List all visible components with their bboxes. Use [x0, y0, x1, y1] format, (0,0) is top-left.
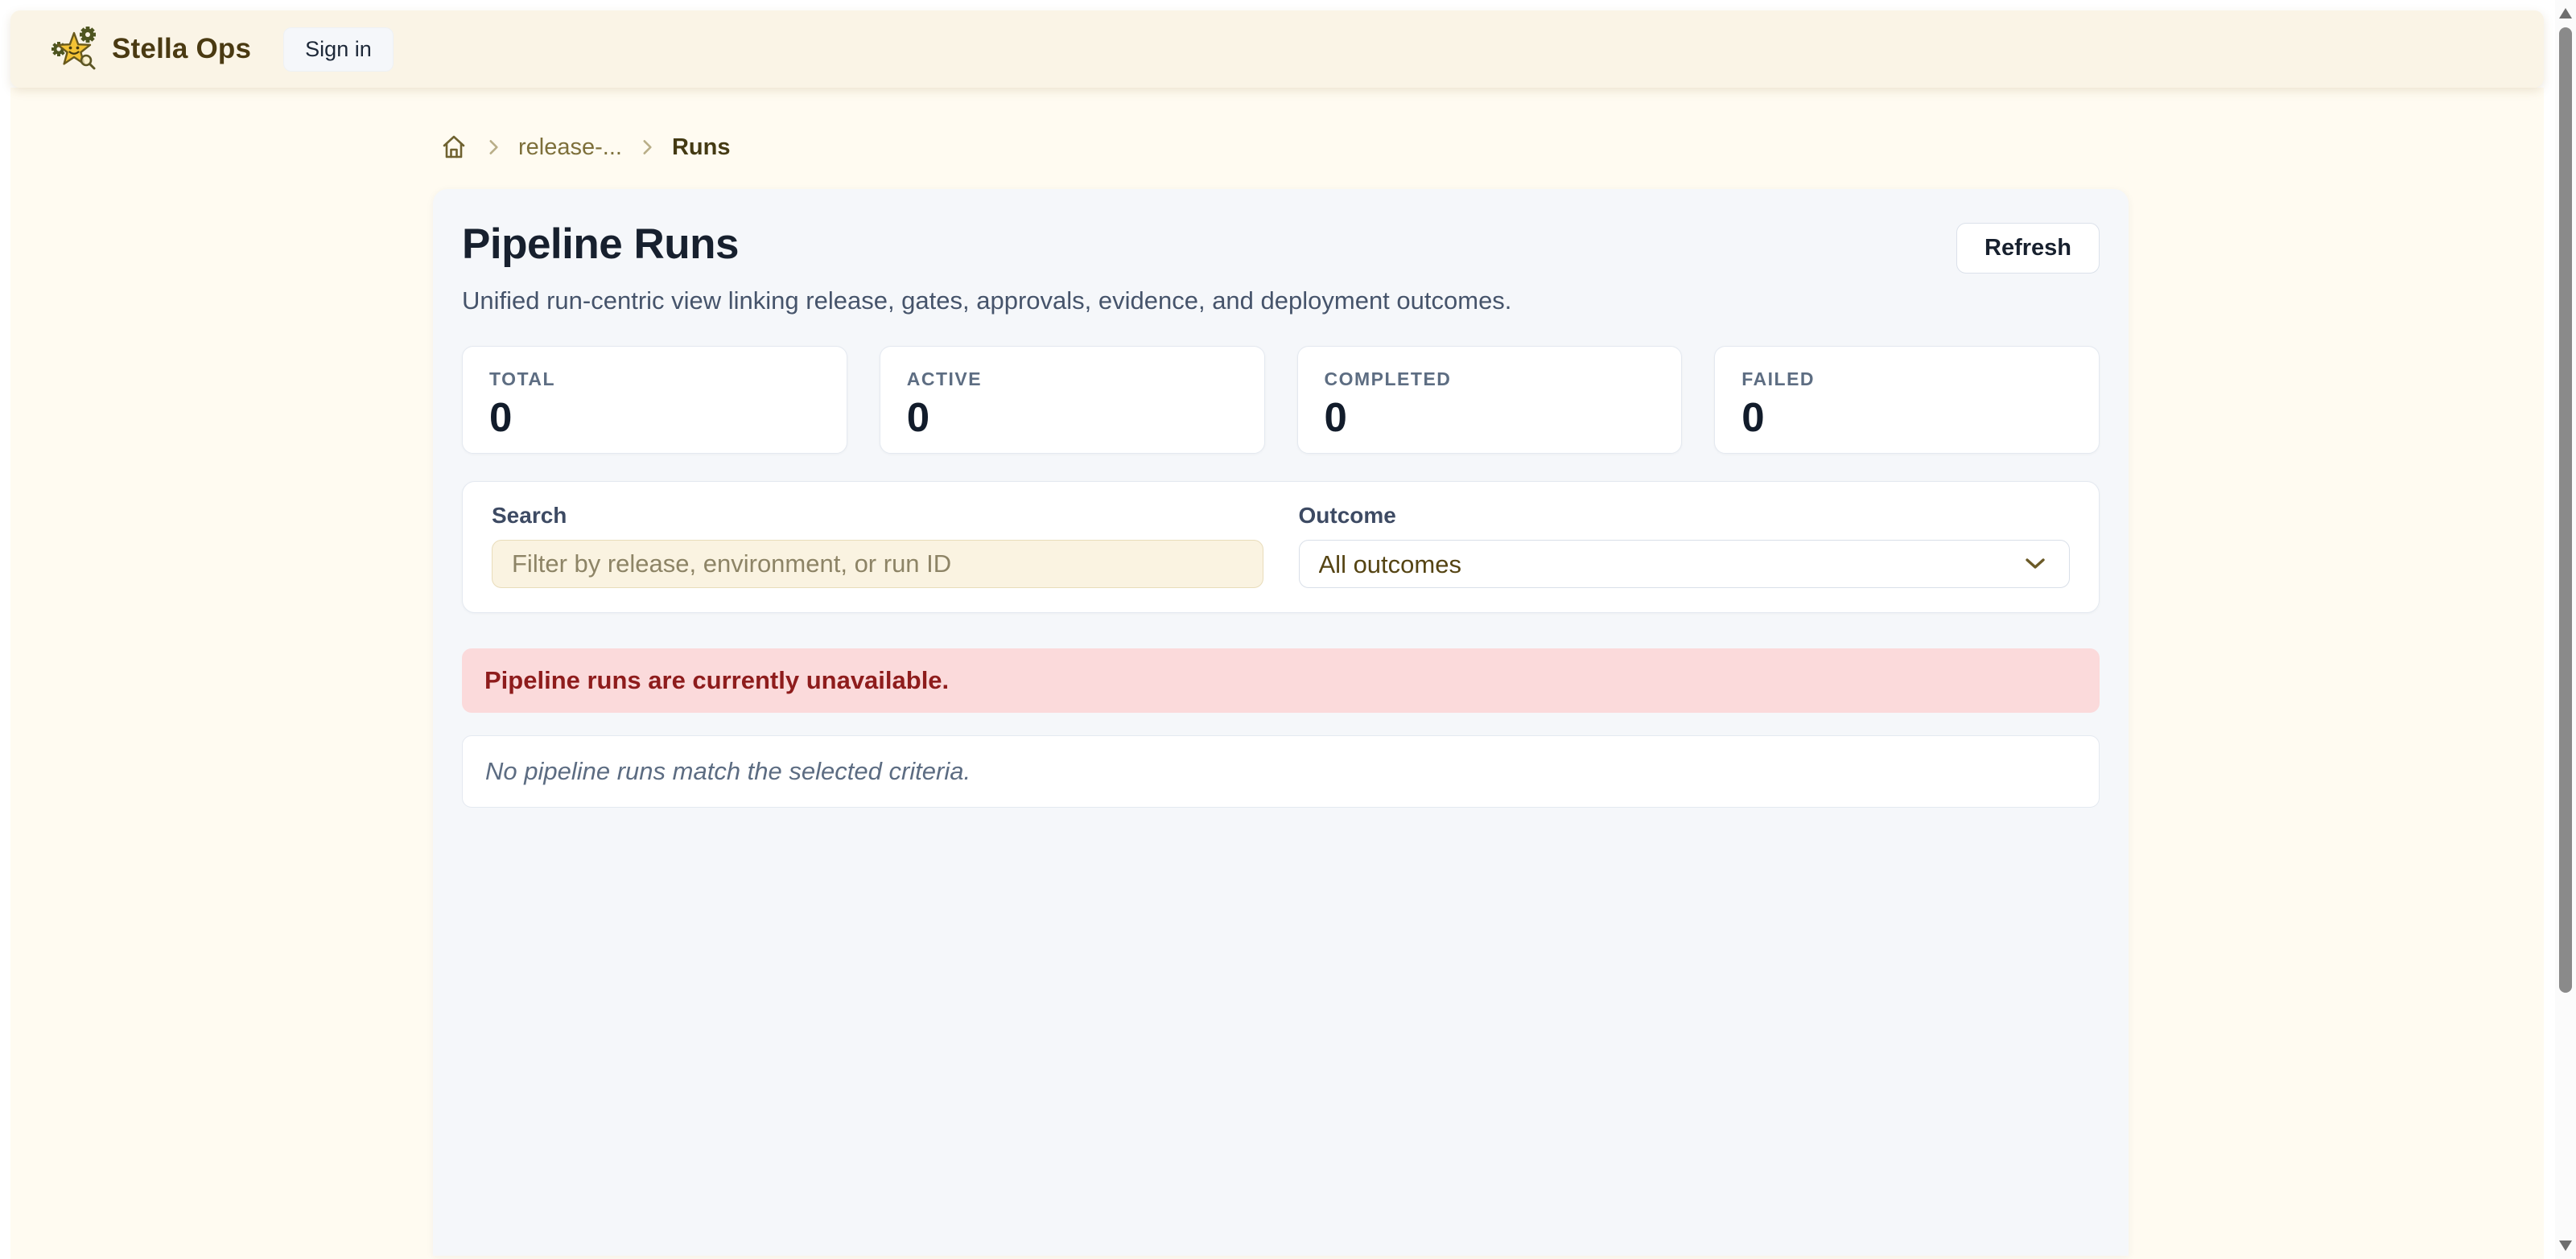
search-label: Search — [492, 503, 1263, 529]
brand: Stella Ops — [49, 23, 251, 75]
stat-card-active: ACTIVE 0 — [880, 346, 1265, 454]
stat-label: FAILED — [1741, 368, 2072, 390]
title-row: Pipeline Runs Refresh — [462, 220, 2100, 274]
search-input[interactable] — [492, 540, 1263, 588]
stat-value: 0 — [1325, 397, 1655, 438]
page-subtitle: Unified run-centric view linking release… — [462, 286, 2100, 315]
stella-ops-logo-icon — [49, 23, 101, 75]
stat-card-failed: FAILED 0 — [1714, 346, 2100, 454]
breadcrumb-item-release[interactable]: release-... — [518, 134, 622, 161]
stat-label: TOTAL — [489, 368, 820, 390]
chevron-right-icon — [483, 137, 504, 158]
page-title: Pipeline Runs — [462, 220, 739, 269]
arrow-down-icon[interactable] — [2559, 1240, 2572, 1251]
filter-panel: Search Outcome All outcomes — [462, 481, 2100, 613]
breadcrumb-item-runs: Runs — [672, 134, 731, 161]
outcome-field-group: Outcome All outcomes — [1299, 503, 2071, 588]
outcome-select-wrapper: All outcomes — [1299, 540, 2071, 588]
pipeline-runs-panel: Pipeline Runs Refresh Unified run-centri… — [433, 189, 2129, 1256]
stats-row: TOTAL 0 ACTIVE 0 COMPLETED 0 FAILED 0 — [462, 346, 2100, 454]
search-field-group: Search — [492, 503, 1263, 588]
top-header: Stella Ops Sign in — [10, 10, 2544, 88]
sign-in-button[interactable]: Sign in — [283, 27, 394, 72]
brand-title: Stella Ops — [112, 33, 251, 65]
content-column: release-... Runs Pipeline Runs Refresh U… — [433, 133, 2129, 1256]
stat-label: ACTIVE — [907, 368, 1238, 390]
empty-state-message: No pipeline runs match the selected crit… — [462, 735, 2100, 808]
error-banner: Pipeline runs are currently unavailable. — [462, 648, 2100, 713]
home-icon[interactable] — [439, 133, 468, 162]
outcome-label: Outcome — [1299, 503, 2071, 529]
stat-card-completed: COMPLETED 0 — [1297, 346, 1683, 454]
vertical-scrollbar[interactable] — [2555, 0, 2576, 1259]
breadcrumb: release-... Runs — [433, 133, 2129, 162]
page-background: release-... Runs Pipeline Runs Refresh U… — [10, 88, 2544, 1259]
outcome-select[interactable]: All outcomes — [1299, 540, 2071, 588]
refresh-button[interactable]: Refresh — [1956, 223, 2100, 274]
stat-value: 0 — [489, 397, 820, 438]
scrollbar-thumb[interactable] — [2559, 27, 2572, 993]
stat-value: 0 — [1741, 397, 2072, 438]
app-window: Stella Ops Sign in re — [10, 10, 2544, 1259]
stat-card-total: TOTAL 0 — [462, 346, 847, 454]
stat-label: COMPLETED — [1325, 368, 1655, 390]
stat-value: 0 — [907, 397, 1238, 438]
arrow-up-icon[interactable] — [2559, 8, 2572, 19]
chevron-right-icon — [637, 137, 657, 158]
